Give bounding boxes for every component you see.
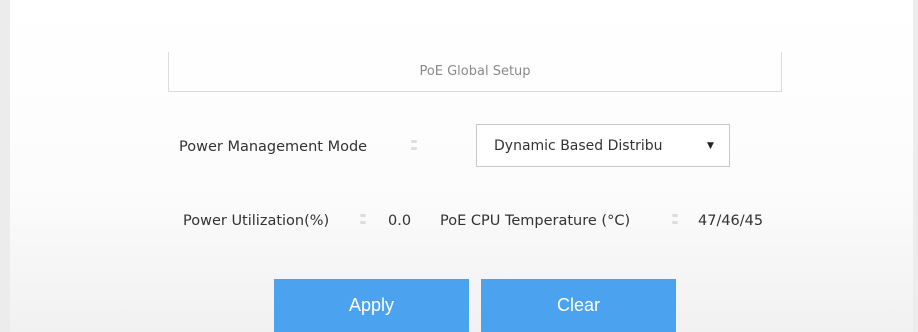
section-header: PoE Global Setup (168, 52, 782, 92)
poe-cpu-temperature-label: PoE CPU Temperature (°C) (440, 213, 631, 229)
section-title: PoE Global Setup (419, 64, 531, 79)
power-management-mode-select[interactable]: Dynamic Based Distribu ▼ (476, 124, 730, 167)
power-management-mode-value: Dynamic Based Distribu (494, 137, 663, 154)
apply-button[interactable]: Apply (274, 279, 469, 332)
caret-down-icon: ▼ (707, 140, 714, 151)
spinner-icon (411, 139, 417, 151)
spinner-icon (360, 213, 366, 225)
power-utilization-value: 0.0 (388, 213, 412, 229)
power-management-mode-label: Power Management Mode (179, 139, 368, 155)
apply-button-label: Apply (348, 295, 395, 315)
spinner-icon (672, 213, 678, 225)
power-utilization-label: Power Utilization(%) (183, 213, 330, 229)
clear-button-label: Clear (556, 295, 600, 315)
clear-button[interactable]: Clear (481, 279, 676, 332)
poe-cpu-temperature-value: 47/46/45 (698, 213, 764, 229)
